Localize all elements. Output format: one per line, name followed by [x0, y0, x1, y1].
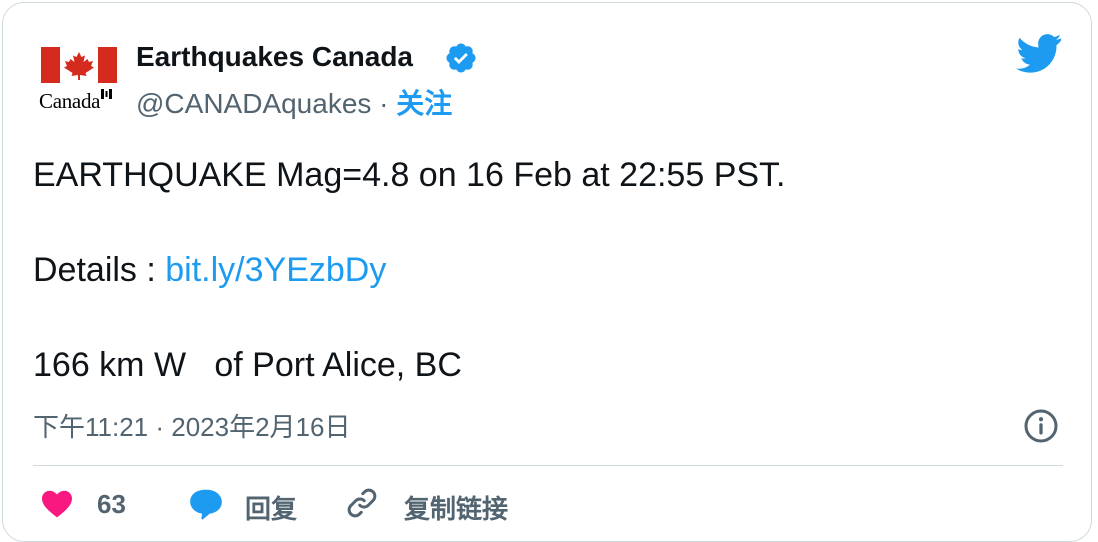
verified-badge-icon	[446, 43, 476, 73]
divider	[33, 465, 1063, 466]
author-handle-row: @CANADAquakes · 关注	[136, 82, 452, 122]
canada-flag-logo	[41, 47, 117, 83]
author-handle[interactable]: @CANADAquakes	[136, 88, 371, 119]
details-label: Details :	[33, 251, 166, 289]
follow-button[interactable]: 关注	[396, 88, 452, 119]
link-icon	[347, 488, 377, 518]
tweet-text-line3: 166 km W of Port Alice, BC	[33, 346, 462, 384]
reply-label: 回复	[245, 494, 298, 524]
twitter-bird-icon[interactable]	[1016, 33, 1062, 73]
mini-flag-icon	[101, 89, 113, 99]
separator-dot: ·	[371, 88, 397, 119]
details-link[interactable]: bit.ly/3YEzbDy	[165, 251, 386, 289]
info-icon[interactable]	[1023, 408, 1059, 444]
tweet-text-line1: EARTHQUAKE Mag=4.8 on 16 Feb at 22:55 PS…	[33, 156, 786, 194]
like-count: 63	[97, 489, 126, 519]
author-display-name[interactable]: Earthquakes Canada	[136, 41, 413, 73]
copy-link-label: 复制链接	[404, 494, 509, 524]
tweet-text-line2: Details : bit.ly/3YEzbDy	[33, 251, 386, 290]
tweet-card: Canada Earthquakes Canada @CANADAquakes …	[2, 2, 1092, 542]
avatar[interactable]: Canada	[39, 45, 121, 115]
heart-icon	[42, 490, 72, 518]
tweet-timestamp[interactable]: 下午11:21 · 2023年2月16日	[33, 407, 350, 444]
canada-wordmark: Canada	[39, 89, 113, 114]
speech-bubble-icon	[190, 489, 222, 520]
